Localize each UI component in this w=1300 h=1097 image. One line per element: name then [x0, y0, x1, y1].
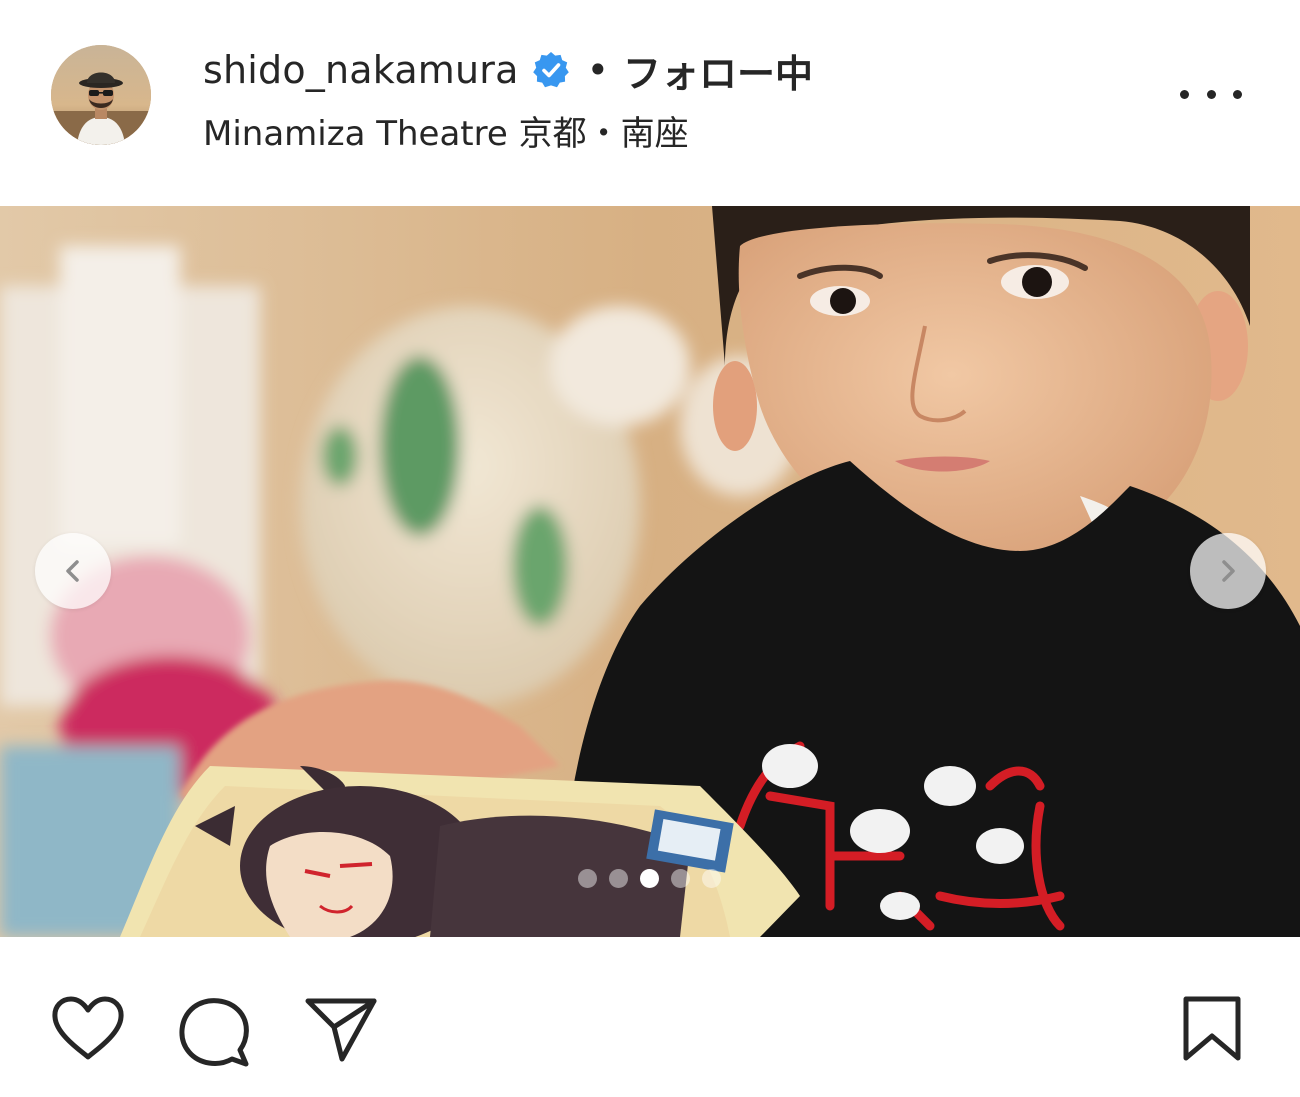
heart-icon[interactable]: [50, 995, 126, 1067]
location-link[interactable]: Minamiza Theatre 京都・南座: [203, 106, 689, 155]
carousel-dot: [702, 869, 721, 888]
comment-icon[interactable]: [178, 995, 252, 1073]
separator-dot: •: [586, 48, 610, 92]
carousel-dot: [671, 869, 690, 888]
verified-badge-icon: [531, 50, 571, 90]
post-photo[interactable]: [0, 206, 1300, 937]
chevron-left-icon: [66, 560, 79, 582]
post-action-bar: [0, 937, 1300, 1097]
username-row: shido_nakamura • フォロー中: [203, 42, 813, 98]
username[interactable]: shido_nakamura: [203, 48, 519, 92]
next-slide-button[interactable]: [1190, 533, 1266, 609]
carousel-dot: [609, 869, 628, 888]
following-status-button[interactable]: フォロー中: [623, 43, 813, 98]
post-photo-image: [0, 206, 1300, 937]
carousel-dot-active: [640, 869, 659, 888]
profile-avatar[interactable]: [51, 45, 151, 145]
post-header: shido_nakamura • フォロー中 Minamiza Theatre …: [0, 0, 1300, 206]
paper-plane-icon[interactable]: [304, 995, 378, 1069]
carousel-indicator: [578, 869, 721, 888]
more-dot: [1206, 89, 1216, 99]
carousel-dot: [578, 869, 597, 888]
more-dot: [1180, 89, 1189, 99]
previous-slide-button[interactable]: [35, 533, 111, 609]
more-options-icon[interactable]: [1180, 76, 1242, 112]
more-dot: [1233, 89, 1242, 99]
chevron-right-icon: [1222, 560, 1235, 582]
bookmark-icon[interactable]: [1180, 995, 1244, 1067]
